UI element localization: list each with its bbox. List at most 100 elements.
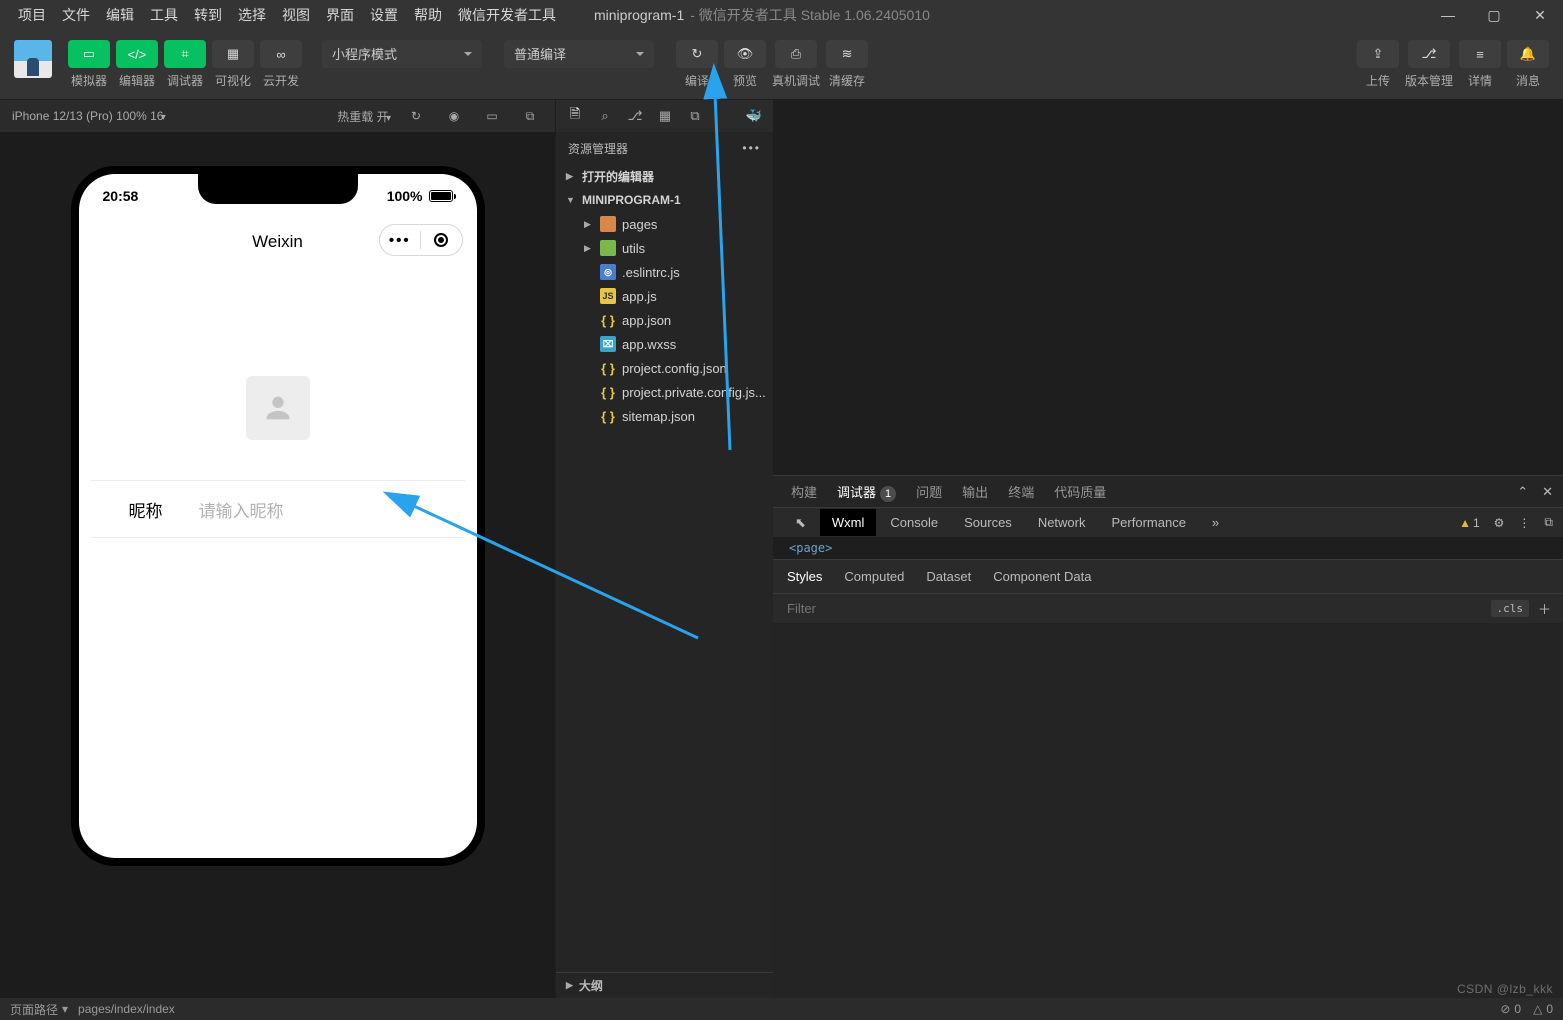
upload-button[interactable]: ⇪上传 bbox=[1357, 40, 1399, 89]
folder-pages[interactable]: ▶pages bbox=[556, 212, 773, 236]
user-avatar[interactable] bbox=[14, 40, 52, 78]
menu-project[interactable]: 项目 bbox=[10, 5, 54, 25]
tab-component-data[interactable]: Component Data bbox=[993, 569, 1091, 584]
file-app-wxss[interactable]: ⌧app.wxss bbox=[556, 332, 773, 356]
maximize-button[interactable]: ▢ bbox=[1471, 0, 1517, 30]
styles-filter-input[interactable] bbox=[787, 601, 1549, 616]
folder-utils[interactable]: ▶utils bbox=[556, 236, 773, 260]
cloud-button[interactable]: ∞云开发 bbox=[260, 40, 302, 89]
tab-problems[interactable]: 问题 bbox=[916, 478, 942, 505]
tab-console[interactable]: Console bbox=[878, 509, 950, 536]
tab-terminal[interactable]: 终端 bbox=[1008, 478, 1034, 505]
inspect-icon[interactable]: ⬉ bbox=[783, 509, 818, 537]
menu-ui[interactable]: 界面 bbox=[318, 5, 362, 25]
avatar-placeholder[interactable] bbox=[246, 376, 310, 440]
refresh-icon[interactable]: ↻ bbox=[403, 109, 429, 123]
page-path-label[interactable]: 页面路径 ▾ bbox=[10, 1001, 68, 1018]
file-sitemap[interactable]: { }sitemap.json bbox=[556, 404, 773, 428]
tab-performance[interactable]: Performance bbox=[1100, 509, 1198, 536]
debugger-button[interactable]: ⌗调试器 bbox=[164, 40, 206, 89]
status-bar: 页面路径 ▾ pages/index/index ⊘ 0 △ 0 bbox=[0, 998, 1563, 1020]
record-icon[interactable]: ◉ bbox=[441, 109, 467, 123]
preview-button[interactable]: 👁预览 bbox=[724, 40, 766, 89]
details-button[interactable]: ≡详情 bbox=[1459, 40, 1501, 89]
tab-styles[interactable]: Styles bbox=[787, 569, 822, 584]
device-select[interactable]: iPhone 12/13 (Pro) 100% 16 ▾ bbox=[12, 109, 166, 123]
messages-button[interactable]: 🔔消息 bbox=[1507, 40, 1549, 89]
outline-section[interactable]: ▶大纲 bbox=[556, 972, 773, 998]
gear-icon[interactable]: ⚙ bbox=[1494, 516, 1505, 530]
styles-tabs: Styles Computed Dataset Component Data bbox=[773, 559, 1563, 593]
panel-close-icon[interactable]: ✕ bbox=[1542, 484, 1553, 500]
version-button[interactable]: ⎇版本管理 bbox=[1405, 40, 1453, 89]
menu-view[interactable]: 视图 bbox=[274, 5, 318, 25]
menu-file[interactable]: 文件 bbox=[54, 5, 98, 25]
file-project-config[interactable]: { }project.config.json bbox=[556, 356, 773, 380]
simulator-panel: iPhone 12/13 (Pro) 100% 16 ▾ 热重载 开 ▾ ↻ ◉… bbox=[0, 100, 555, 998]
tab-debugger[interactable]: 调试器1 bbox=[837, 478, 896, 506]
extensions-icon[interactable]: ▦ bbox=[652, 103, 678, 129]
project-section[interactable]: ▼MINIPROGRAM-1 bbox=[556, 188, 773, 212]
git-icon[interactable]: ⎇ bbox=[622, 103, 648, 129]
search-icon[interactable]: ⌕ bbox=[592, 103, 618, 129]
device-frame-icon[interactable]: ▭ bbox=[479, 109, 505, 123]
hot-reload-toggle[interactable]: 热重载 开 ▾ bbox=[337, 108, 391, 125]
capsule-close-icon[interactable] bbox=[434, 233, 448, 247]
compile-button[interactable]: ↻编译 bbox=[676, 40, 718, 89]
tab-computed[interactable]: Computed bbox=[844, 569, 904, 584]
minimize-button[interactable]: — bbox=[1425, 0, 1471, 30]
file-app-json[interactable]: { }app.json bbox=[556, 308, 773, 332]
tab-build[interactable]: 构建 bbox=[791, 478, 817, 505]
sitemap-icon[interactable]: ⧉ bbox=[682, 103, 708, 129]
battery-icon bbox=[429, 190, 453, 202]
popout-devtools-icon[interactable]: ⧉ bbox=[1544, 515, 1553, 530]
capsule-more-icon[interactable]: ••• bbox=[389, 232, 411, 249]
capsule-menu[interactable]: ••• bbox=[379, 224, 463, 256]
panel-chevron-icon[interactable]: ⌃ bbox=[1517, 484, 1528, 500]
docker-icon[interactable]: 🐳 bbox=[741, 103, 767, 129]
menu-select[interactable]: 选择 bbox=[230, 5, 274, 25]
explorer-more-icon[interactable]: ••• bbox=[742, 141, 761, 155]
visual-button[interactable]: ▦可视化 bbox=[212, 40, 254, 89]
page-path-value[interactable]: pages/index/index bbox=[78, 1002, 175, 1016]
nickname-row[interactable]: 昵称 请输入昵称 bbox=[91, 480, 465, 538]
menu-edit[interactable]: 编辑 bbox=[98, 5, 142, 25]
file-app-js[interactable]: JSapp.js bbox=[556, 284, 773, 308]
cls-toggle[interactable]: .cls bbox=[1491, 600, 1530, 617]
tab-network[interactable]: Network bbox=[1026, 509, 1098, 536]
activity-bar: 🗎 ⌕ ⎇ ▦ ⧉ 🐳 bbox=[556, 100, 773, 132]
editor-button[interactable]: </>编辑器 bbox=[116, 40, 158, 89]
warn-count[interactable]: △ 0 bbox=[1533, 1002, 1553, 1016]
kebab-icon[interactable]: ⋮ bbox=[1518, 516, 1530, 530]
files-icon[interactable]: 🗎 bbox=[562, 103, 588, 129]
remote-debug-button[interactable]: ⎙真机调试 bbox=[772, 40, 820, 89]
tab-dataset[interactable]: Dataset bbox=[926, 569, 971, 584]
simulator-button[interactable]: ▭模拟器 bbox=[68, 40, 110, 89]
menu-devtools-name[interactable]: 微信开发者工具 bbox=[450, 5, 564, 25]
mode-select[interactable]: 小程序模式 bbox=[322, 40, 482, 68]
close-button[interactable]: ✕ bbox=[1517, 0, 1563, 30]
phone-screen[interactable]: 20:58 100% Weixin ••• bbox=[79, 174, 477, 858]
clear-cache-button[interactable]: ≋清缓存 bbox=[826, 40, 868, 89]
compile-select[interactable]: 普通编译 bbox=[504, 40, 654, 68]
tab-wxml[interactable]: Wxml bbox=[820, 509, 877, 536]
menu-settings[interactable]: 设置 bbox=[362, 5, 406, 25]
popout-icon[interactable]: ⧉ bbox=[517, 109, 543, 124]
add-style-icon[interactable]: ＋ bbox=[1538, 599, 1551, 618]
menu-help[interactable]: 帮助 bbox=[406, 5, 450, 25]
warn-badge[interactable]: ▲1 bbox=[1459, 516, 1480, 530]
wxml-page-tag[interactable]: <page> bbox=[773, 537, 1563, 559]
menu-tools[interactable]: 工具 bbox=[142, 5, 186, 25]
menu-goto[interactable]: 转到 bbox=[186, 5, 230, 25]
nickname-input[interactable]: 请输入昵称 bbox=[199, 497, 284, 522]
tab-output[interactable]: 输出 bbox=[962, 478, 988, 505]
error-count[interactable]: ⊘ 0 bbox=[1500, 1002, 1521, 1016]
tab-quality[interactable]: 代码质量 bbox=[1054, 478, 1106, 505]
file-project-private[interactable]: { }project.private.config.js... bbox=[556, 380, 773, 404]
more-tabs-icon[interactable]: » bbox=[1200, 509, 1231, 536]
nickname-label: 昵称 bbox=[129, 497, 163, 522]
tab-sources[interactable]: Sources bbox=[952, 509, 1024, 536]
file-eslintrc[interactable]: ◎.eslintrc.js bbox=[556, 260, 773, 284]
miniprogram-body: 昵称 请输入昵称 bbox=[79, 266, 477, 538]
open-editors-section[interactable]: ▶打开的编辑器 bbox=[556, 164, 773, 188]
